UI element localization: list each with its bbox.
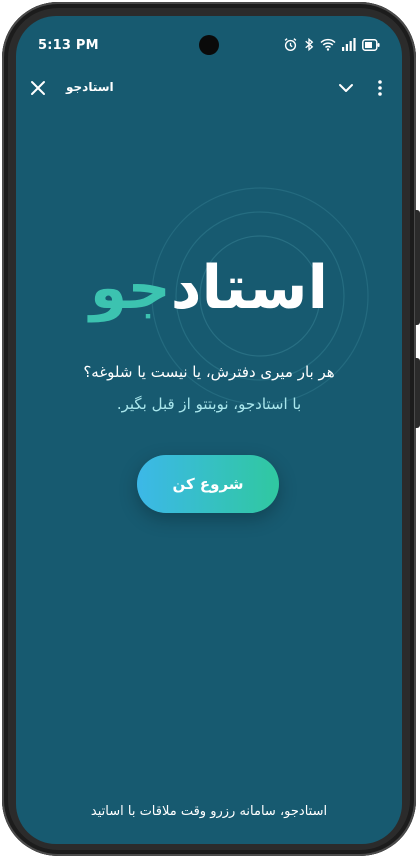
close-icon <box>28 81 48 102</box>
volume-button <box>415 358 420 428</box>
signal-icon <box>342 38 356 51</box>
logo-text-main: استاد <box>170 253 329 323</box>
wifi-icon <box>320 38 336 51</box>
more-options-button[interactable] <box>374 78 386 98</box>
power-button <box>415 210 420 325</box>
bluetooth-icon <box>304 37 314 52</box>
battery-icon <box>362 38 380 51</box>
footer-text: استادجو، سامانه رزرو وقت ملاقات با اساتی… <box>90 804 328 819</box>
more-vertical-icon <box>374 80 386 102</box>
screen: 5:13 PM استادجو استادجو هر بار میری دفتر… <box>16 16 402 844</box>
status-bar: 5:13 PM <box>16 16 402 60</box>
top-app-bar: استادجو <box>16 70 402 106</box>
tagline-line-2: با استادجو، نوبتتو از قبل بگیر. <box>116 395 302 413</box>
collapse-button[interactable] <box>336 78 356 98</box>
status-time: 5:13 PM <box>38 38 99 53</box>
start-button[interactable]: شروع کن <box>137 455 279 513</box>
logo-text-accent: جو <box>89 253 171 323</box>
close-button[interactable] <box>28 78 48 98</box>
front-camera <box>199 35 219 55</box>
tagline: هر بار میری دفترش، یا نیست یا شلوغه؟ با … <box>16 356 402 420</box>
brand-logo: استادجو <box>16 248 402 328</box>
app-title: استادجو <box>66 80 114 94</box>
status-icons <box>283 37 380 52</box>
alarm-icon <box>283 37 298 52</box>
tagline-line-1: هر بار میری دفترش، یا نیست یا شلوغه؟ <box>83 363 335 381</box>
chevron-down-icon <box>336 83 356 102</box>
